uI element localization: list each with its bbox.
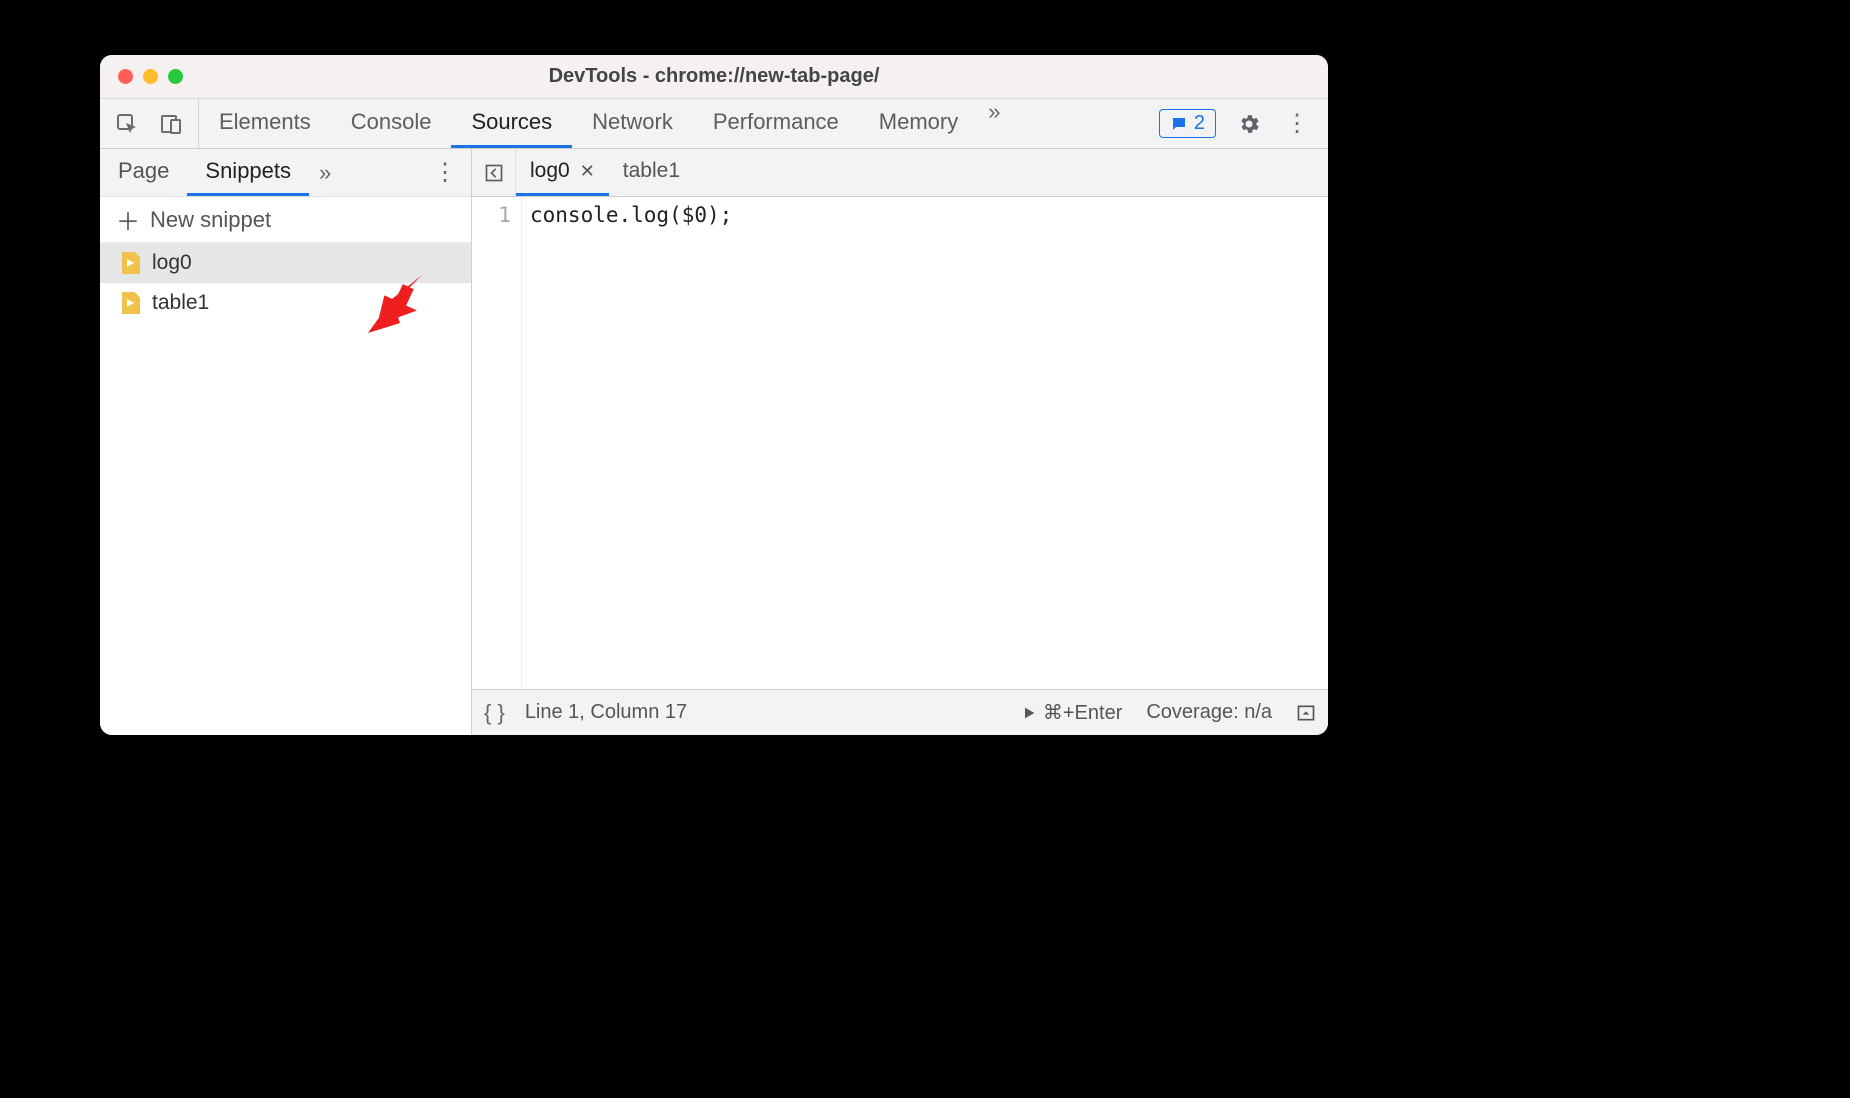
inspect-element-icon[interactable] [112, 109, 142, 139]
minimize-window-button[interactable] [143, 69, 158, 84]
body: Page Snippets » ⋮ ＋ New snippet log0 tab… [100, 149, 1328, 735]
cursor-position: Line 1, Column 17 [525, 701, 687, 724]
status-bar: { } Line 1, Column 17 ⌘+Enter Coverage: … [472, 689, 1328, 735]
main-tabs: Elements Console Sources Network Perform… [199, 99, 1011, 148]
snippet-file-icon [122, 292, 140, 314]
toolbar-right-group: 2 ⋮ [1159, 109, 1328, 139]
tab-console[interactable]: Console [331, 99, 452, 148]
line-gutter: 1 [472, 197, 522, 689]
messages-badge[interactable]: 2 [1159, 109, 1216, 138]
navigate-back-icon[interactable] [472, 149, 516, 196]
messages-count: 2 [1194, 112, 1205, 135]
new-snippet-button[interactable]: ＋ New snippet [100, 197, 471, 243]
main-toolbar: Elements Console Sources Network Perform… [100, 99, 1328, 149]
editor-tab-log0[interactable]: log0 ✕ [516, 149, 609, 196]
code-content[interactable]: console.log($0); [522, 197, 1328, 689]
pretty-print-icon[interactable]: { } [484, 700, 505, 726]
tab-sources[interactable]: Sources [451, 99, 572, 148]
more-menu-icon[interactable]: ⋮ [1282, 109, 1312, 139]
close-tab-icon[interactable]: ✕ [580, 161, 595, 182]
snippet-list: log0 table1 [100, 243, 471, 735]
snippet-item-log0[interactable]: log0 [100, 243, 471, 283]
sidebar-tabs-overflow-icon[interactable]: » [309, 149, 341, 196]
editor-tabstrip: log0 ✕ table1 [472, 149, 1328, 197]
sidebar-tabs: Page Snippets » ⋮ [100, 149, 471, 197]
new-snippet-label: New snippet [150, 207, 271, 233]
window-title: DevTools - chrome://new-tab-page/ [100, 65, 1328, 88]
device-toolbar-icon[interactable] [156, 109, 186, 139]
settings-icon[interactable] [1234, 109, 1264, 139]
sidebar-tab-page[interactable]: Page [100, 149, 187, 196]
coverage-status: Coverage: n/a [1146, 701, 1272, 724]
run-snippet-button[interactable]: ⌘+Enter [1021, 700, 1122, 725]
run-shortcut: ⌘+Enter [1043, 702, 1122, 724]
sidebar: Page Snippets » ⋮ ＋ New snippet log0 tab… [100, 149, 472, 735]
status-right: ⌘+Enter Coverage: n/a [1021, 700, 1316, 725]
show-drawer-icon[interactable] [1296, 703, 1316, 723]
snippet-item-table1[interactable]: table1 [100, 283, 471, 323]
line-number: 1 [472, 203, 511, 227]
tabs-overflow-icon[interactable]: » [978, 99, 1010, 148]
plus-icon: ＋ [116, 202, 140, 237]
toolbar-left-group [100, 99, 199, 148]
sidebar-tab-snippets[interactable]: Snippets [187, 149, 309, 196]
sidebar-more-icon[interactable]: ⋮ [419, 149, 471, 196]
snippet-name: log0 [152, 251, 192, 275]
zoom-window-button[interactable] [168, 69, 183, 84]
tab-elements[interactable]: Elements [199, 99, 331, 148]
tab-performance[interactable]: Performance [693, 99, 859, 148]
code-line: console.log($0); [530, 203, 732, 227]
close-window-button[interactable] [118, 69, 133, 84]
tab-network[interactable]: Network [572, 99, 693, 148]
devtools-window: DevTools - chrome://new-tab-page/ Elemen… [100, 55, 1328, 735]
editor-pane: log0 ✕ table1 1 console.log($0); { } Lin… [472, 149, 1328, 735]
traffic-lights [118, 69, 183, 84]
editor-tab-label: log0 [530, 159, 570, 183]
snippet-file-icon [122, 252, 140, 274]
snippet-name: table1 [152, 291, 209, 315]
tab-memory[interactable]: Memory [859, 99, 978, 148]
code-editor[interactable]: 1 console.log($0); [472, 197, 1328, 689]
editor-tab-label: table1 [623, 159, 680, 183]
titlebar: DevTools - chrome://new-tab-page/ [100, 55, 1328, 99]
editor-tab-table1[interactable]: table1 [609, 149, 694, 196]
